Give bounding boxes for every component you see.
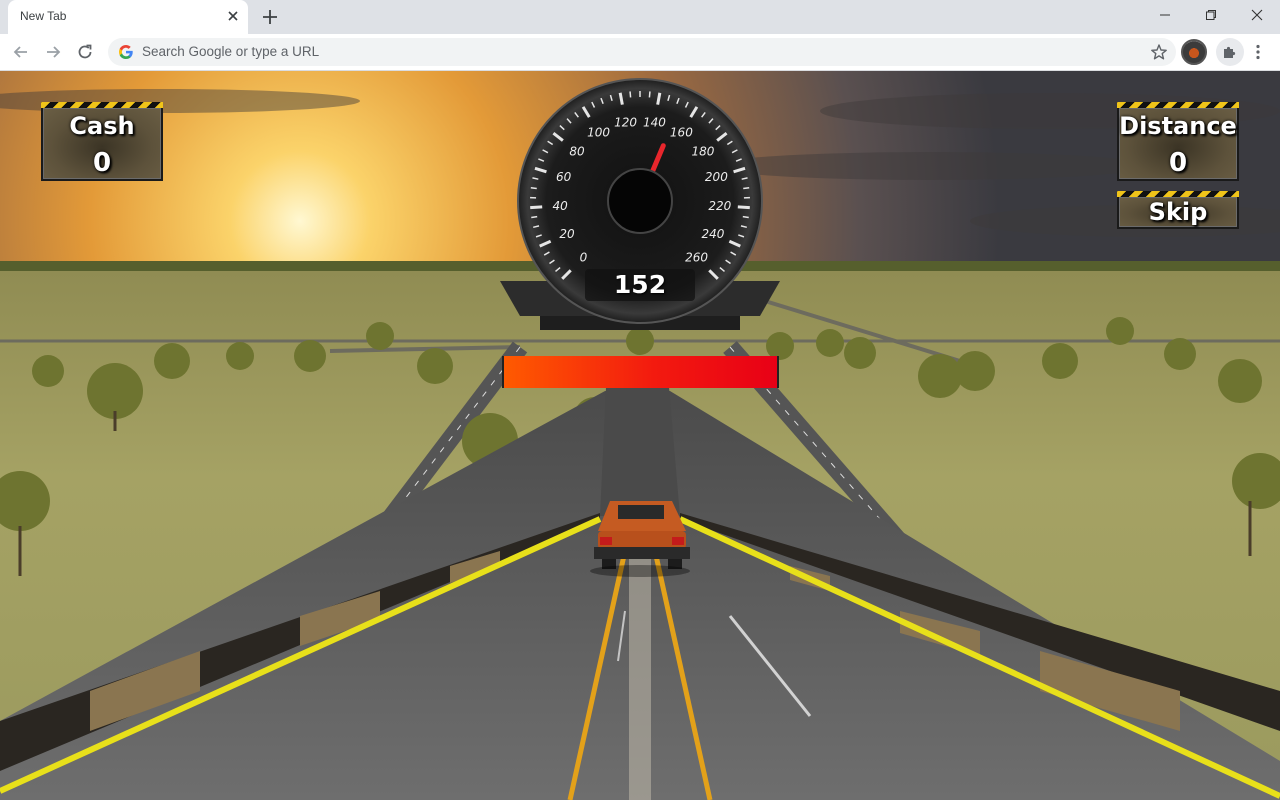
omnibox-placeholder: Search Google or type a URL bbox=[142, 44, 320, 59]
speedometer-tick bbox=[618, 92, 624, 105]
speedometer-tick bbox=[656, 92, 662, 105]
google-g-icon bbox=[118, 44, 134, 60]
speedometer-tick-label: 140 bbox=[643, 115, 666, 129]
tab-strip: New Tab bbox=[0, 0, 1280, 34]
speedometer-tick-label: 120 bbox=[614, 115, 637, 129]
speedometer-tick-label: 80 bbox=[569, 145, 585, 159]
speedometer-tick-label: 180 bbox=[692, 145, 715, 159]
speedometer-tick bbox=[737, 205, 750, 210]
puzzle-icon[interactable] bbox=[1216, 38, 1244, 66]
game-scene: 0 20 40 60 80100 120 140 160 180 200 220 240 260 bbox=[0, 71, 1280, 800]
speedometer-tick-label: 100 bbox=[587, 126, 610, 140]
game-viewport[interactable]: 0 20 40 60 80 100 120 140 160 180 200 220 240 260 Cas… bbox=[0, 71, 1280, 800]
minimize-icon[interactable] bbox=[1142, 0, 1188, 30]
speedometer-tick-label: 20 bbox=[559, 227, 575, 241]
window-close-icon[interactable] bbox=[1234, 0, 1280, 30]
speedometer-tick bbox=[531, 215, 538, 219]
speedometer-tick-label: 240 bbox=[701, 227, 724, 241]
reload-icon[interactable] bbox=[72, 39, 98, 65]
speedometer-tick-label: 260 bbox=[685, 251, 708, 265]
speedometer-tick bbox=[629, 91, 632, 98]
distance-value: 0 bbox=[1168, 148, 1188, 178]
speedometer-tick-label: 40 bbox=[553, 199, 569, 213]
speedometer-tick bbox=[743, 186, 750, 190]
maximize-icon[interactable] bbox=[1188, 0, 1234, 30]
plus-icon[interactable] bbox=[258, 6, 282, 28]
speed-readout: 152 bbox=[613, 270, 667, 299]
close-icon[interactable] bbox=[224, 7, 242, 25]
star-icon[interactable] bbox=[1150, 43, 1168, 61]
back-arrow-icon[interactable] bbox=[8, 39, 34, 65]
cash-label: Cash bbox=[69, 112, 135, 140]
boost-bar bbox=[502, 356, 779, 388]
speedometer-tick-label: 60 bbox=[556, 170, 572, 184]
profile-avatar[interactable] bbox=[1181, 39, 1207, 65]
skip-button[interactable]: Skip bbox=[1117, 191, 1239, 229]
cash-value: 0 bbox=[92, 148, 112, 178]
tab-new-tab[interactable]: New Tab bbox=[8, 0, 248, 34]
speedometer-tick-label: 200 bbox=[705, 170, 728, 184]
cash-panel: Cash 0 bbox=[41, 102, 163, 181]
menu-dots-icon[interactable] bbox=[1248, 40, 1268, 64]
distance-label: Distance bbox=[1119, 112, 1237, 140]
browser-toolbar: Search Google or type a URL bbox=[0, 34, 1280, 71]
speedometer-tick bbox=[742, 215, 749, 219]
tab-title: New Tab bbox=[20, 9, 67, 23]
speedometer-tick bbox=[530, 205, 543, 210]
boost-fill bbox=[504, 356, 777, 388]
speedometer-tick-label: 160 bbox=[670, 126, 693, 140]
forward-arrow-icon[interactable] bbox=[40, 39, 66, 65]
speedometer-tick-label: 220 bbox=[708, 199, 731, 213]
speedometer-tick bbox=[530, 186, 537, 190]
omnibox[interactable]: Search Google or type a URL bbox=[108, 38, 1176, 66]
skip-label: Skip bbox=[1148, 198, 1208, 226]
speedometer-tick-label: 0 bbox=[580, 251, 588, 265]
distance-panel: Distance 0 bbox=[1117, 102, 1239, 181]
speedometer-tick bbox=[648, 91, 651, 98]
